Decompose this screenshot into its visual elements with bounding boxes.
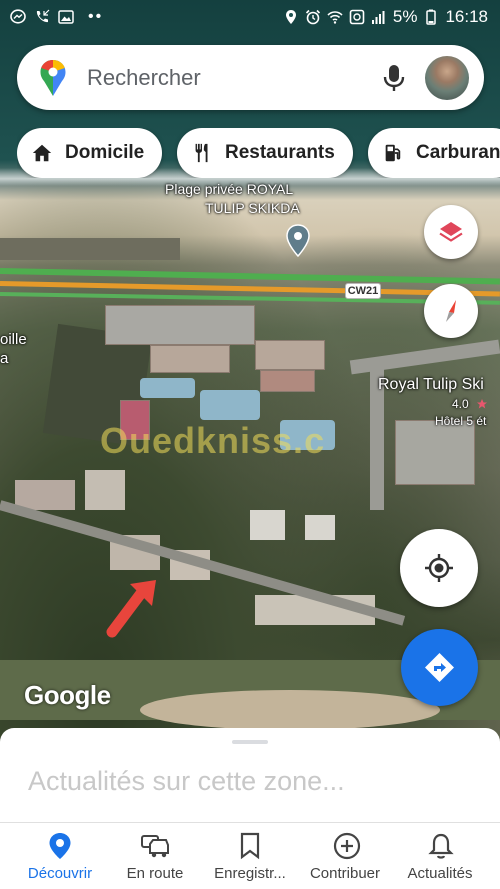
messenger-icon <box>10 9 26 24</box>
left-place-label: a <box>0 350 9 367</box>
more-notifications-icon: •• <box>88 8 104 25</box>
pool <box>200 390 260 420</box>
google-maps-logo-icon <box>40 60 66 96</box>
clock: 16:18 <box>445 7 488 26</box>
chip-label: Restaurants <box>225 142 335 163</box>
my-location-button[interactable] <box>400 529 478 607</box>
location-icon <box>285 10 296 24</box>
chip-restaurants[interactable]: Restaurants <box>177 128 353 178</box>
wifi-icon <box>327 11 343 24</box>
missed-call-icon <box>36 9 50 23</box>
hotel-category: Hôtel 5 ét <box>435 414 487 428</box>
data-saver-icon <box>349 9 365 25</box>
nav-label: Actualités <box>407 865 473 882</box>
google-logo: Google <box>24 680 111 710</box>
car-icon <box>141 835 169 858</box>
layers-button[interactable] <box>424 205 478 259</box>
place-label[interactable]: Plage privée ROYAL <box>165 181 293 198</box>
building-block <box>260 370 315 392</box>
battery-icon <box>426 9 437 25</box>
hotel-name-label[interactable]: Royal Tulip Ski <box>378 376 484 393</box>
gas-station-icon <box>385 144 401 162</box>
chip-label: Domicile <box>65 142 145 163</box>
hotel-star-icon <box>477 399 487 409</box>
chip-label: Carburan <box>416 142 500 163</box>
nav-label: En route <box>126 865 184 882</box>
nav-explore[interactable]: Découvrir <box>10 823 110 889</box>
bottom-navigation: Découvrir En route Enregistr... Contribu… <box>0 822 500 889</box>
place-marker-icon[interactable] <box>286 224 310 258</box>
status-bar: •• 5% 16:18 <box>0 0 500 36</box>
house <box>305 515 335 540</box>
sheet-drag-handle[interactable] <box>232 740 268 744</box>
house <box>85 470 125 510</box>
nav-updates[interactable]: Actualités <box>390 823 490 889</box>
category-chips: Domicile Restaurants Carburan <box>17 128 500 178</box>
explore-sheet[interactable]: Actualités sur cette zone... <box>0 728 500 824</box>
nav-label: Contribuer <box>309 865 381 882</box>
parking-lot <box>395 420 475 485</box>
hotel-rating: 4.0 <box>452 397 469 411</box>
building-block <box>150 345 230 373</box>
watermark: Ouedkniss.c <box>100 420 326 461</box>
nav-label: Enregistr... <box>214 865 286 882</box>
sand-area <box>140 690 440 730</box>
vegetation-strip <box>0 238 180 260</box>
battery-percent: 5% <box>392 7 418 26</box>
sheet-title: Actualités sur cette zone... <box>28 766 345 796</box>
pool <box>140 378 195 398</box>
search-input[interactable]: Rechercher <box>87 65 201 91</box>
alarm-icon <box>305 9 320 25</box>
microphone-icon[interactable] <box>382 63 406 93</box>
directions-icon <box>425 653 454 682</box>
nav-label: Découvrir <box>27 865 93 882</box>
house <box>250 510 285 540</box>
road <box>0 500 406 626</box>
gallery-icon <box>58 10 74 24</box>
explore-pin-icon <box>49 833 71 859</box>
chip-home[interactable]: Domicile <box>17 128 163 178</box>
bookmark-icon <box>240 832 260 860</box>
nav-contribute[interactable]: Contribuer <box>295 823 395 889</box>
building-block <box>255 340 325 370</box>
red-arrow-annotation <box>106 580 156 638</box>
home-icon <box>32 144 52 162</box>
search-bar[interactable]: Rechercher <box>17 45 484 110</box>
restaurant-icon <box>195 143 208 163</box>
house <box>15 480 75 510</box>
bell-icon <box>428 833 454 859</box>
nav-saved[interactable]: Enregistr... <box>200 823 300 889</box>
road-badge: CW21 <box>345 283 381 299</box>
compass-icon <box>446 300 456 322</box>
user-avatar[interactable] <box>425 56 469 100</box>
place-label[interactable]: TULIP SKIKDA <box>205 200 300 217</box>
left-place-label: oille <box>0 331 27 348</box>
directions-button[interactable] <box>401 629 478 706</box>
layers-icon <box>439 222 463 242</box>
signal-icon <box>371 11 385 24</box>
parking-area <box>105 305 255 345</box>
nav-commute[interactable]: En route <box>105 823 205 889</box>
chip-gas[interactable]: Carburan <box>368 128 500 178</box>
compass-button[interactable] <box>424 284 478 338</box>
my-location-icon <box>425 554 453 582</box>
add-circle-icon <box>333 832 361 860</box>
